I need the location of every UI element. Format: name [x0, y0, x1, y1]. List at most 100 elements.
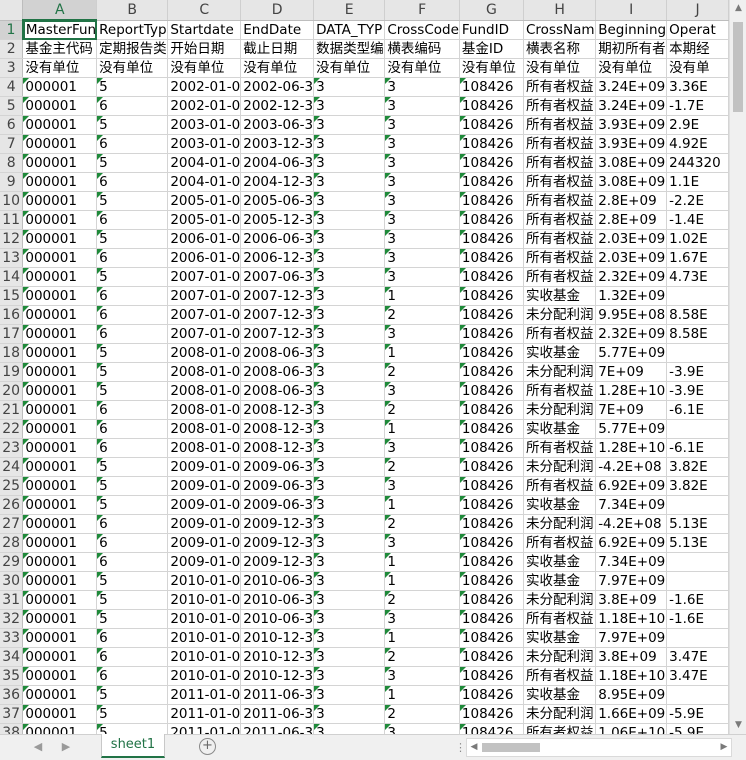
cell-f31[interactable]: 2 — [384, 590, 460, 610]
row-header[interactable]: 9 — [0, 172, 24, 192]
cell-b13[interactable]: 6 — [96, 248, 169, 268]
cell-a27[interactable]: 000001 — [22, 514, 98, 534]
cell-i27[interactable]: -4.2E+08 — [595, 514, 668, 534]
cell-a28[interactable]: 000001 — [22, 533, 98, 553]
cell-c11[interactable]: 2005-01-0 — [167, 210, 242, 230]
cell-c4[interactable]: 2002-01-0 — [167, 77, 242, 97]
cell-j21[interactable]: -6.1E — [666, 400, 729, 420]
cell-f26[interactable]: 1 — [384, 495, 460, 515]
cell-e7[interactable]: 3 — [313, 134, 386, 154]
cell-i30[interactable]: 7.97E+09 — [595, 571, 668, 591]
cell-i3[interactable]: 没有单位 — [595, 58, 668, 78]
cell-c24[interactable]: 2009-01-0 — [167, 457, 242, 477]
cell-f32[interactable]: 3 — [384, 609, 460, 629]
cell-g16[interactable]: 108426 — [459, 305, 524, 325]
column-header-j[interactable]: J — [666, 0, 729, 21]
cell-i21[interactable]: 7E+09 — [595, 400, 668, 420]
cell-c30[interactable]: 2010-01-0 — [167, 571, 242, 591]
cell-i36[interactable]: 8.95E+09 — [595, 685, 668, 705]
cell-h28[interactable]: 所有者权益 — [523, 533, 597, 553]
cell-a33[interactable]: 000001 — [22, 628, 98, 648]
cell-g33[interactable]: 108426 — [459, 628, 524, 648]
row-header[interactable]: 4 — [0, 77, 24, 97]
cell-a5[interactable]: 000001 — [22, 96, 98, 116]
plus-circle-icon[interactable]: + — [199, 738, 216, 755]
row-header[interactable]: 18 — [0, 343, 24, 363]
cell-g19[interactable]: 108426 — [459, 362, 524, 382]
cell-e38[interactable]: 3 — [313, 723, 386, 734]
cell-d32[interactable]: 2010-06-3 — [240, 609, 315, 629]
cell-f4[interactable]: 3 — [384, 77, 460, 97]
cell-f25[interactable]: 3 — [384, 476, 460, 496]
cell-g27[interactable]: 108426 — [459, 514, 524, 534]
cell-e17[interactable]: 3 — [313, 324, 386, 344]
cell-f35[interactable]: 3 — [384, 666, 460, 686]
cell-c16[interactable]: 2007-01-0 — [167, 305, 242, 325]
cell-e2[interactable]: 数据类型编 — [313, 39, 386, 59]
cell-e12[interactable]: 3 — [313, 229, 386, 249]
cell-h38[interactable]: 所有者权益 — [523, 723, 597, 734]
cell-f11[interactable]: 3 — [384, 210, 460, 230]
cell-i26[interactable]: 7.34E+09 — [595, 495, 668, 515]
cell-i2[interactable]: 期初所有者 — [595, 39, 668, 59]
cell-g2[interactable]: 基金ID — [459, 39, 524, 59]
cell-e24[interactable]: 3 — [313, 457, 386, 477]
cell-b25[interactable]: 5 — [96, 476, 169, 496]
cell-c25[interactable]: 2009-01-0 — [167, 476, 242, 496]
cell-h15[interactable]: 实收基金 — [523, 286, 597, 306]
cell-h8[interactable]: 所有者权益 — [523, 153, 597, 173]
cell-h13[interactable]: 所有者权益 — [523, 248, 597, 268]
cell-i25[interactable]: 6.92E+09 — [595, 476, 668, 496]
cell-i38[interactable]: 1.06E+10 — [595, 723, 668, 734]
cell-f1[interactable]: CrossCode — [384, 20, 460, 40]
cell-a3[interactable]: 没有单位 — [22, 58, 98, 78]
cell-a7[interactable]: 000001 — [22, 134, 98, 154]
cell-a13[interactable]: 000001 — [22, 248, 98, 268]
cell-d24[interactable]: 2009-06-3 — [240, 457, 315, 477]
cell-a19[interactable]: 000001 — [22, 362, 98, 382]
row-header[interactable]: 28 — [0, 533, 24, 553]
cell-a31[interactable]: 000001 — [22, 590, 98, 610]
cell-g35[interactable]: 108426 — [459, 666, 524, 686]
row-header[interactable]: 12 — [0, 229, 24, 249]
cell-j22[interactable] — [666, 419, 729, 439]
cell-j10[interactable]: -2.2E — [666, 191, 729, 211]
cell-b11[interactable]: 6 — [96, 210, 169, 230]
cell-c6[interactable]: 2003-01-0 — [167, 115, 242, 135]
cell-f12[interactable]: 3 — [384, 229, 460, 249]
cell-d20[interactable]: 2008-06-3 — [240, 381, 315, 401]
cell-j25[interactable]: 3.82E — [666, 476, 729, 496]
cell-d4[interactable]: 2002-06-3 — [240, 77, 315, 97]
cell-b34[interactable]: 6 — [96, 647, 169, 667]
cell-a29[interactable]: 000001 — [22, 552, 98, 572]
cell-j12[interactable]: 1.02E — [666, 229, 729, 249]
cell-j38[interactable]: -5.9E — [666, 723, 729, 734]
cell-e27[interactable]: 3 — [313, 514, 386, 534]
cell-g31[interactable]: 108426 — [459, 590, 524, 610]
cell-j24[interactable]: 3.82E — [666, 457, 729, 477]
cell-b18[interactable]: 5 — [96, 343, 169, 363]
cell-g34[interactable]: 108426 — [459, 647, 524, 667]
cell-i11[interactable]: 2.8E+09 — [595, 210, 668, 230]
cell-e20[interactable]: 3 — [313, 381, 386, 401]
cell-c18[interactable]: 2008-01-0 — [167, 343, 242, 363]
cell-h18[interactable]: 实收基金 — [523, 343, 597, 363]
column-header-a[interactable]: A — [22, 0, 98, 21]
cell-h30[interactable]: 实收基金 — [523, 571, 597, 591]
cell-b38[interactable]: 5 — [96, 723, 169, 734]
cell-a4[interactable]: 000001 — [22, 77, 98, 97]
cell-b36[interactable]: 5 — [96, 685, 169, 705]
column-header-c[interactable]: C — [167, 0, 242, 21]
cell-g5[interactable]: 108426 — [459, 96, 524, 116]
cell-g29[interactable]: 108426 — [459, 552, 524, 572]
cell-i16[interactable]: 9.95E+08 — [595, 305, 668, 325]
cell-i14[interactable]: 2.32E+09 — [595, 267, 668, 287]
cell-j3[interactable]: 没有单 — [666, 58, 729, 78]
row-header[interactable]: 21 — [0, 400, 24, 420]
cell-g36[interactable]: 108426 — [459, 685, 524, 705]
cell-b33[interactable]: 6 — [96, 628, 169, 648]
cell-b27[interactable]: 6 — [96, 514, 169, 534]
cell-d3[interactable]: 没有单位 — [240, 58, 315, 78]
cell-f36[interactable]: 1 — [384, 685, 460, 705]
cell-h14[interactable]: 所有者权益 — [523, 267, 597, 287]
